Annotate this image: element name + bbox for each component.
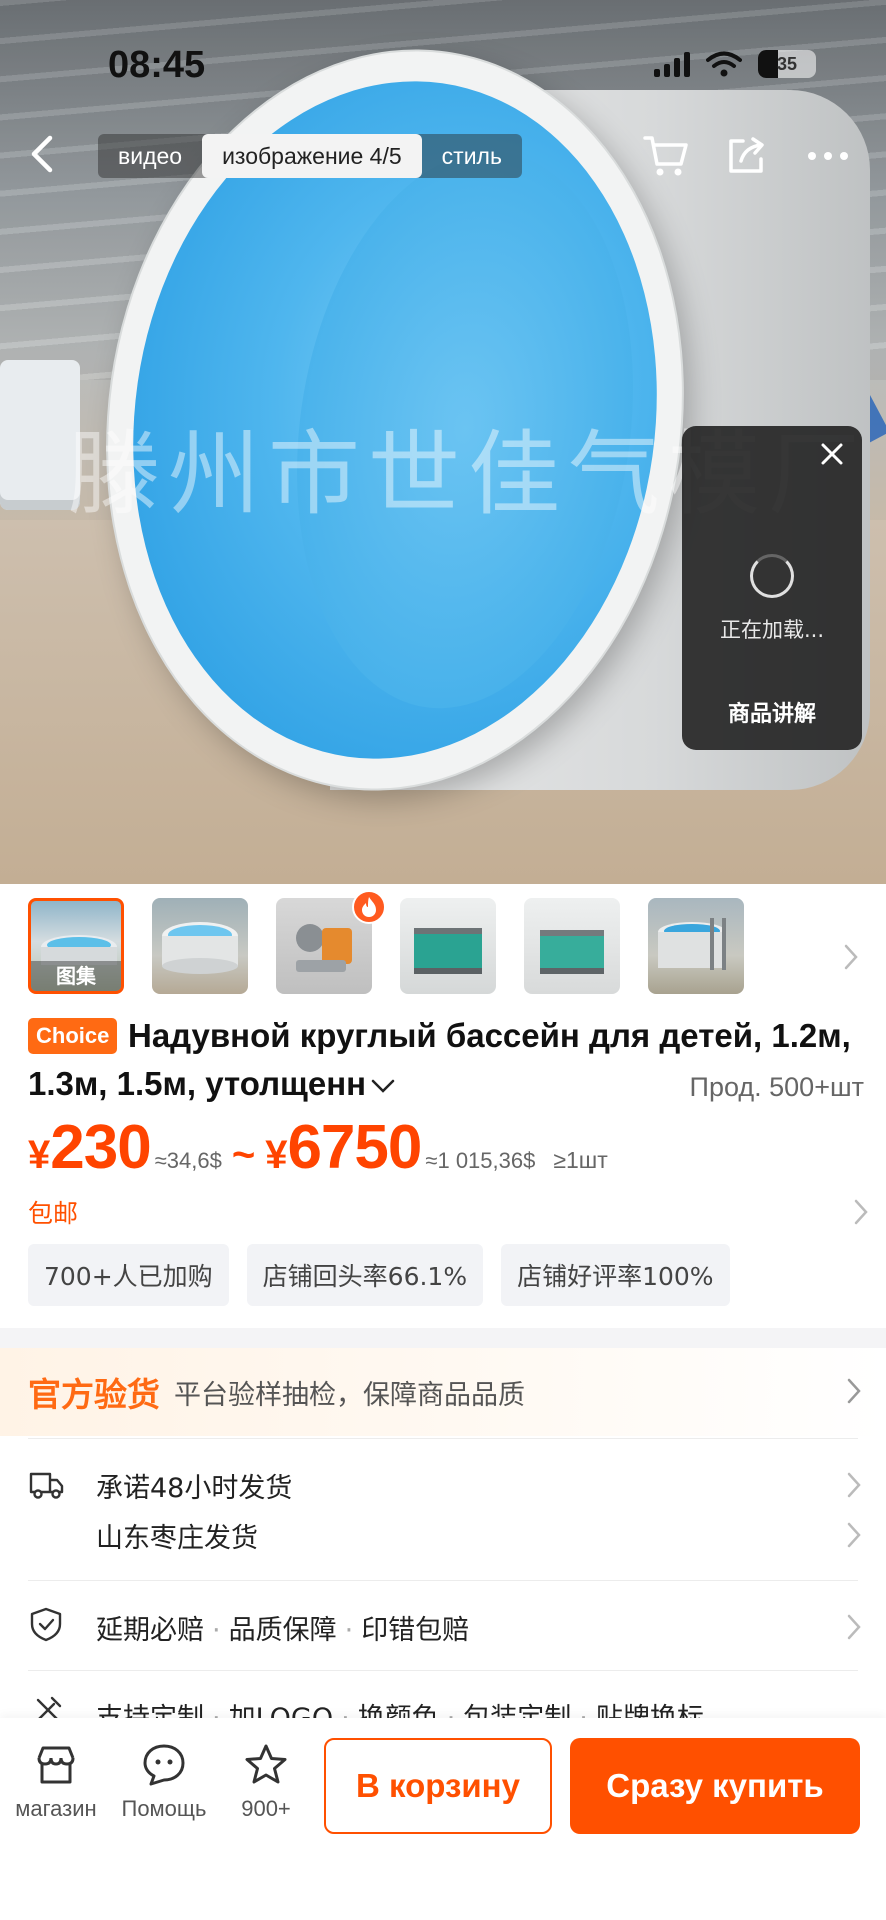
shipping-origin[interactable]: 山东枣庄发货 (96, 1516, 258, 1555)
pool-thumbnail-icon (414, 928, 482, 974)
media-tabs: видео изображение 4/5 стиль (98, 134, 522, 178)
repurchase-rate-chip: 店铺回头率66.1% (246, 1244, 484, 1306)
share-button[interactable] (720, 130, 772, 182)
guarantee-row[interactable]: 延期必赔 · 品质保障 · 印错包赔 (96, 1608, 469, 1647)
added-to-cart-chip: 700+人已加购 (28, 1244, 229, 1306)
official-inspection-row[interactable]: 官方验货 平台验样抽检，保障商品品质 (0, 1348, 886, 1436)
chat-icon (143, 1744, 185, 1786)
shipping-promise-chevron (844, 1470, 864, 1500)
battery-level: 35 (776, 53, 798, 74)
buy-now-button[interactable]: Сразу купить (570, 1738, 860, 1834)
more-icon (808, 152, 848, 160)
official-inspection-title: 官方验货 (28, 1375, 160, 1414)
pool-thumbnail-icon (162, 922, 238, 974)
positive-rate-chip: 店铺好评率100% (501, 1244, 730, 1306)
shipping-origin-chevron (844, 1520, 864, 1550)
status-time: 08:45 (108, 44, 206, 86)
price-min-approx: ≈34,6$ (154, 1148, 222, 1173)
chevron-right-icon (854, 1199, 868, 1225)
cart-icon (643, 136, 688, 176)
live-explanation-popup[interactable]: 正在加载... 商品讲解 (682, 426, 862, 750)
back-button[interactable] (18, 130, 66, 178)
delivery-truck-icon (29, 1472, 64, 1499)
thumbnail-gallery[interactable]: 图集 (28, 898, 124, 994)
live-title: 商品讲解 (727, 702, 816, 727)
price-min: 230 (50, 1113, 151, 1182)
chevron-down-icon (371, 1080, 395, 1094)
store-button[interactable]: магазин (8, 1742, 104, 1822)
signal-icon (654, 51, 690, 77)
pool-thumbnail-icon (540, 930, 604, 974)
share-icon (729, 137, 764, 173)
price-separator: ~ (231, 1133, 256, 1177)
chevron-right-icon (847, 1378, 861, 1404)
tab-video[interactable]: видео (98, 134, 202, 178)
hot-badge (352, 890, 386, 924)
more-button[interactable] (802, 130, 854, 182)
status-icons: 35 (654, 50, 816, 78)
currency-symbol: ¥ (28, 1133, 51, 1177)
store-icon (37, 1746, 75, 1784)
add-to-cart-button[interactable]: В корзину (324, 1738, 552, 1834)
official-chevron (844, 1376, 864, 1406)
guarantee-quality: 品质保障 (228, 1615, 337, 1646)
loading-text: 正在加载... (719, 618, 825, 642)
price-max: 6750 (287, 1113, 422, 1182)
store-label: магазин (15, 1796, 97, 1821)
pool-thumbnail-icon (658, 918, 726, 970)
shipping-row[interactable]: 包邮 (28, 1192, 868, 1232)
thumbnail-2[interactable] (152, 898, 248, 994)
flame-icon (362, 897, 376, 917)
thumbnail-strip: 图集 (0, 884, 886, 1020)
official-inspection-desc: 平台验样抽检，保障商品品质 (174, 1379, 525, 1411)
bottom-action-bar: магазин Помощь 900+ В корзину Сразу купи… (0, 1718, 886, 1920)
store-stats: 700+人已加购 店铺回头率66.1% 店铺好评率100% (28, 1244, 730, 1306)
currency-symbol: ¥ (265, 1133, 288, 1177)
shield-check-icon (30, 1607, 62, 1642)
sold-count: Прод. 500+шт (689, 1072, 864, 1102)
shipping-promise[interactable]: 承诺48小时发货 (96, 1466, 292, 1505)
tab-style[interactable]: стиль (422, 134, 522, 178)
section-gap (0, 1328, 886, 1348)
favorite-button[interactable]: 900+ (218, 1742, 314, 1822)
guarantee-chevron (844, 1612, 864, 1642)
min-order-quantity: ≥1шт (553, 1147, 608, 1173)
favorite-count: 900+ (241, 1796, 291, 1821)
battery-icon: 35 (758, 50, 816, 78)
loading-spinner-icon (750, 554, 794, 598)
price-row: ¥ 230 ≈34,6$ ~ ¥ 6750 ≈1 015,36$ ≥1шт (28, 1112, 608, 1183)
tab-images[interactable]: изображение 4/5 (202, 134, 422, 178)
thumbnail-5[interactable] (524, 898, 620, 994)
gallery-label: 图集 (31, 961, 121, 991)
guarantee-delay: 延期必赔 (96, 1615, 204, 1646)
price-max-approx: ≈1 015,36$ (425, 1148, 536, 1173)
chevron-right-icon (847, 1522, 861, 1548)
guarantee-print: 印错包赔 (361, 1615, 470, 1646)
free-shipping-label: 包邮 (28, 1199, 79, 1228)
cart-button[interactable] (640, 130, 692, 182)
close-popup-button[interactable] (814, 436, 850, 472)
thumbnail-4[interactable] (400, 898, 496, 994)
thumbnails-next-button[interactable] (836, 940, 866, 974)
chevron-right-icon (847, 1614, 861, 1640)
chevron-left-icon (31, 135, 53, 173)
help-button[interactable]: Помощь (116, 1742, 212, 1822)
wifi-icon (706, 51, 742, 77)
divider (28, 1580, 858, 1581)
divider (28, 1438, 858, 1439)
chevron-right-icon (847, 1472, 861, 1498)
chevron-right-icon (844, 944, 858, 970)
help-label: Помощь (121, 1796, 207, 1821)
divider (28, 1670, 858, 1671)
star-icon (245, 1744, 287, 1784)
close-icon (821, 443, 843, 465)
thumbnail-6[interactable] (648, 898, 744, 994)
